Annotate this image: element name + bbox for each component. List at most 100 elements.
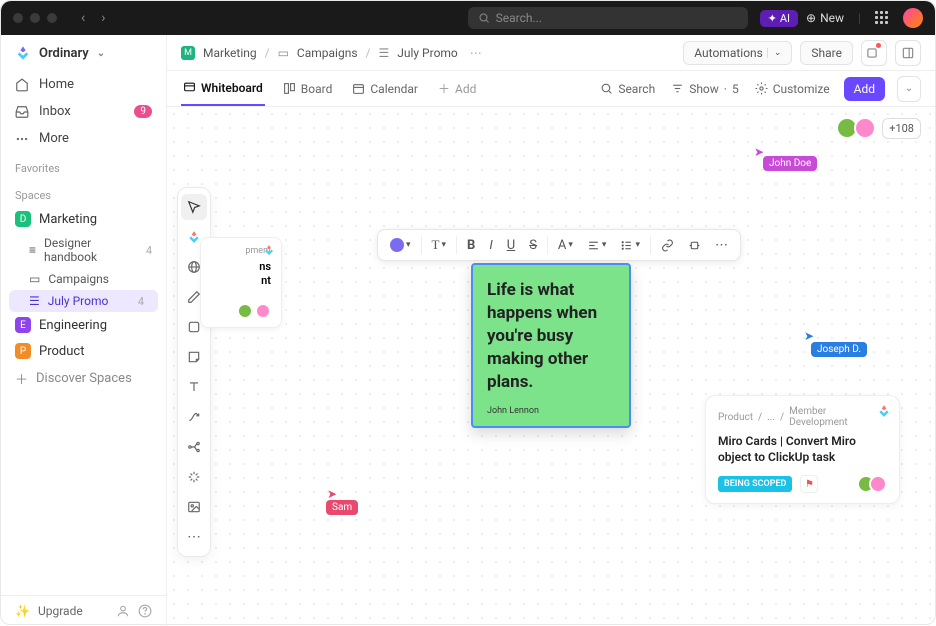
clickup-logo-icon xyxy=(15,45,31,61)
tab-calendar[interactable]: Calendar xyxy=(350,71,420,106)
sparkle-icon: ✨ xyxy=(15,604,30,618)
cursor-icon: ➤ xyxy=(327,487,337,501)
nav-home[interactable]: Home xyxy=(1,71,166,98)
bold-button[interactable]: B xyxy=(461,233,481,257)
search-icon xyxy=(478,12,490,24)
folder-campaigns[interactable]: ▭ Campaigns xyxy=(1,268,166,290)
bc-folder[interactable]: Campaigns xyxy=(297,46,358,60)
folder-icon: ▭ xyxy=(278,46,289,60)
notify-icon[interactable] xyxy=(861,40,887,66)
sparkle-icon: ✦ xyxy=(768,12,777,25)
space-product[interactable]: P Product xyxy=(1,338,166,364)
filter-icon xyxy=(671,82,684,95)
fill-color[interactable]: ▾ xyxy=(384,233,417,257)
priority-flag-icon[interactable]: ⚑ xyxy=(800,475,818,493)
share-button[interactable]: Share xyxy=(800,41,853,65)
task-title[interactable]: Miro Cards | Convert Miro object to Clic… xyxy=(718,433,887,465)
italic-button[interactable]: I xyxy=(483,233,498,257)
mindmap-tool[interactable] xyxy=(181,434,207,460)
add-button[interactable]: Add xyxy=(844,77,885,101)
strike-button[interactable]: S xyxy=(523,233,543,257)
folder-designer-handbook[interactable]: ≡ Designer handbook 4 xyxy=(1,232,166,268)
bc-space[interactable]: Marketing xyxy=(203,46,257,60)
image-tool[interactable] xyxy=(181,494,207,520)
avatar[interactable] xyxy=(869,475,887,493)
more-icon[interactable]: ⋯ xyxy=(470,46,482,60)
list-icon: ☰ xyxy=(378,46,389,60)
toolbar-show[interactable]: Show · 5 xyxy=(669,82,741,96)
select-tool[interactable] xyxy=(181,194,207,220)
apps-icon[interactable] xyxy=(875,11,889,25)
avatar[interactable] xyxy=(854,117,876,139)
more-format[interactable]: ⋯ xyxy=(709,233,734,257)
history-nav[interactable]: ‹ › xyxy=(75,8,111,28)
panel-icon[interactable] xyxy=(895,40,921,66)
task-card[interactable]: Product/ .../ Member Development Miro Ca… xyxy=(705,395,900,504)
space-color-icon: E xyxy=(15,317,31,333)
cursor-john: John Doe xyxy=(763,156,817,171)
window-controls[interactable] xyxy=(13,13,57,23)
discover-spaces[interactable]: ＋ Discover Spaces xyxy=(1,364,166,393)
user-avatar[interactable] xyxy=(903,8,923,28)
chevron-down-icon: ⌄ xyxy=(767,48,782,58)
view-tabs: Whiteboard Board Calendar ＋ Add Search xyxy=(167,71,935,107)
underline-button[interactable]: U xyxy=(501,233,521,257)
sticky-author[interactable]: John Lennon xyxy=(487,406,615,416)
sticky-text[interactable]: Life is what happens when you're busy ma… xyxy=(487,279,615,394)
nav-more[interactable]: More xyxy=(1,125,166,152)
spaces-label: Spaces xyxy=(1,179,166,206)
space-badge-icon: M xyxy=(181,46,195,60)
list-icon: ☰ xyxy=(29,294,40,308)
text-tool[interactable] xyxy=(181,374,207,400)
ai-tool[interactable] xyxy=(181,464,207,490)
list-july-promo[interactable]: ☰ July Promo 4 xyxy=(9,290,158,312)
favorites-label: Favorites xyxy=(1,152,166,179)
text-color[interactable]: A▾ xyxy=(552,233,579,257)
gear-icon xyxy=(755,82,768,95)
help-icon[interactable] xyxy=(138,604,152,618)
more-collaborators[interactable]: +108 xyxy=(882,118,921,139)
nav-inbox[interactable]: Inbox 9 xyxy=(1,98,166,125)
more-tools[interactable]: ⋯ xyxy=(181,524,207,550)
tab-add-view[interactable]: ＋ Add xyxy=(436,71,478,106)
user-icon[interactable] xyxy=(116,604,130,618)
list-button[interactable]: ▾ xyxy=(614,233,646,257)
tab-whiteboard[interactable]: Whiteboard xyxy=(181,71,265,106)
tab-board[interactable]: Board xyxy=(281,71,335,106)
ai-button[interactable]: ✦ AI xyxy=(760,10,798,27)
doc-icon: ≡ xyxy=(29,243,36,257)
workspace-switcher[interactable]: Ordinary ⌄ xyxy=(1,35,166,71)
automations-button[interactable]: Automations ⌄ xyxy=(683,41,792,65)
bc-page[interactable]: July Promo xyxy=(397,46,458,60)
align-button[interactable]: ▾ xyxy=(581,233,613,257)
plus-icon: ＋ xyxy=(15,369,28,388)
content-area: M Marketing / ▭ Campaigns / ☰ July Promo… xyxy=(167,35,935,626)
back-icon[interactable]: ‹ xyxy=(75,8,91,28)
convert-button[interactable] xyxy=(682,233,707,257)
upgrade-link[interactable]: Upgrade xyxy=(38,604,83,618)
connector-tool[interactable] xyxy=(181,404,207,430)
new-button[interactable]: ⊕ New xyxy=(806,11,844,25)
toolbar-customize[interactable]: Customize xyxy=(753,82,832,96)
avatar xyxy=(237,303,253,319)
link-button[interactable] xyxy=(655,233,680,257)
add-dropdown[interactable]: ⌄ xyxy=(897,76,921,102)
whiteboard-canvas[interactable]: +108 ⋯ ➤ John Doe ➤ Joseph D. xyxy=(167,107,935,626)
forward-icon[interactable]: › xyxy=(95,8,111,28)
search-placeholder: Search... xyxy=(496,11,542,25)
sticky-note[interactable]: Life is what happens when you're busy ma… xyxy=(471,263,631,428)
cursor-joseph: Joseph D. xyxy=(811,342,867,357)
status-badge[interactable]: BEING SCOPED xyxy=(718,476,792,492)
space-color-icon: P xyxy=(15,343,31,359)
font-size[interactable]: T▾ xyxy=(426,233,452,257)
titlebar: ‹ › Search... ✦ AI ⊕ New | xyxy=(1,1,935,35)
toolbar-search[interactable]: Search xyxy=(598,82,657,96)
space-engineering[interactable]: E Engineering xyxy=(1,312,166,338)
chevron-down-icon: ⌄ xyxy=(905,83,913,94)
global-search[interactable]: Search... xyxy=(468,7,748,29)
space-marketing[interactable]: D Marketing xyxy=(1,206,166,232)
sticky-tool[interactable] xyxy=(181,344,207,370)
collaborator-strip[interactable]: +108 xyxy=(836,117,921,139)
task-card-partial[interactable]: pment nsnt xyxy=(200,237,282,328)
whiteboard-icon xyxy=(183,81,196,94)
